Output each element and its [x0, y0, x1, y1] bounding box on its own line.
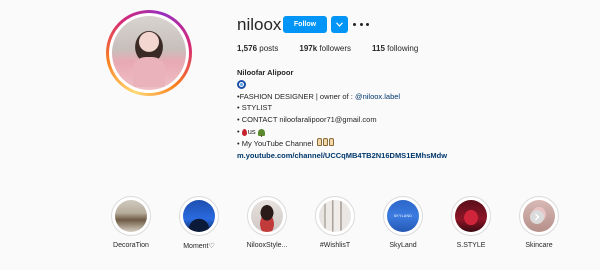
bio-emoji-line	[237, 79, 447, 91]
highlight-label: SkyLand	[389, 242, 417, 249]
highlight-item[interactable]: DecoraTion	[97, 196, 165, 250]
highlight-ring	[179, 196, 219, 236]
nazar-amulet-icon	[237, 79, 246, 89]
chevron-down-icon	[336, 22, 343, 27]
profile-page: niloox Follow 1,576 posts 197k followers…	[0, 0, 600, 270]
highlight-label: Moment♡	[183, 243, 215, 250]
following-value: 115	[372, 44, 385, 53]
bio-website-line: m.youtube.com/channel/UCCqMB4TB2N16DMS1E…	[237, 150, 447, 162]
website-link[interactable]: m.youtube.com/channel/UCCqMB4TB2N16DMS1E…	[237, 151, 447, 160]
bio-line-location: • us	[237, 126, 447, 138]
highlight-item[interactable]: NilooxStyle...	[233, 196, 301, 250]
location-pin-icon	[241, 128, 247, 136]
avatar[interactable]	[112, 16, 186, 90]
highlight-cover	[319, 200, 351, 232]
highlight-label: NilooxStyle...	[246, 242, 288, 249]
highlight-cover	[387, 200, 419, 232]
posts-value: 1,576	[237, 44, 258, 53]
follow-button[interactable]: Follow	[283, 16, 327, 33]
followers-label: followers	[319, 44, 351, 53]
profile-stats: 1,576 posts 197k followers 115 following	[237, 44, 439, 53]
posts-label: posts	[259, 44, 279, 53]
youtube-line-text: • My YouTube Channel	[237, 138, 314, 148]
highlight-label: DecoraTion	[113, 242, 149, 249]
highlight-label: S.STYLE	[456, 242, 486, 249]
highlight-ring	[111, 196, 151, 236]
highlight-item[interactable]: S.STYLE	[437, 196, 505, 250]
highlight-label: Skincare	[525, 242, 553, 249]
chevron-right-icon	[535, 213, 540, 221]
highlight-ring	[247, 196, 287, 236]
profile-bio: Niloofar Alipoor •FASHION DESIGNER | own…	[237, 67, 447, 161]
highlights-next-button[interactable]	[530, 210, 544, 224]
highlight-label: #WishlisT	[319, 242, 351, 249]
avatar-frame	[109, 13, 189, 93]
highlight-cover	[455, 200, 487, 232]
pointing-down-icon	[317, 137, 335, 150]
highlight-item[interactable]: SkyLand	[369, 196, 437, 250]
bio-line-designer-text: •FASHION DESIGNER | owner of :	[237, 91, 355, 101]
more-options-icon	[366, 22, 369, 26]
following-link[interactable]: 115 following	[372, 44, 418, 53]
highlight-cover	[183, 200, 215, 232]
highlight-ring	[451, 196, 491, 236]
bio-line-contact: • CONTACT niloofaralipoor71@gmail.com	[237, 115, 377, 125]
story-highlights: DecoraTion Moment♡ NilooxStyle... #Wishl…	[97, 196, 573, 250]
bio-line-youtube: • My YouTube Channel	[237, 137, 447, 150]
highlight-cover	[251, 200, 283, 232]
followers-link[interactable]: 197k followers	[299, 44, 351, 53]
bio-line-designer: •FASHION DESIGNER | owner of : @niloox.l…	[237, 91, 447, 103]
highlight-ring	[383, 196, 423, 236]
following-label: following	[387, 44, 419, 53]
more-options-icon	[359, 22, 363, 26]
location-text: us	[247, 126, 256, 136]
highlight-ring	[315, 196, 355, 236]
label-account-link[interactable]: @niloox.label	[355, 92, 400, 101]
full-name: Niloofar Alipoor	[237, 68, 294, 77]
posts-count: 1,576 posts	[237, 44, 278, 53]
profile-avatar-story-ring[interactable]	[106, 10, 192, 96]
highlight-item[interactable]: Moment♡	[165, 196, 233, 250]
followers-value: 197k	[299, 44, 318, 53]
more-options-icon	[353, 22, 356, 26]
more-options-button[interactable]	[353, 17, 369, 31]
highlight-item[interactable]: #WishlisT	[301, 196, 369, 250]
bio-line-stylist: • STYLIST	[237, 103, 273, 113]
suggested-dropdown-button[interactable]	[331, 16, 348, 33]
highlight-cover	[115, 200, 147, 232]
username: niloox	[237, 15, 282, 34]
tree-icon	[257, 128, 265, 137]
